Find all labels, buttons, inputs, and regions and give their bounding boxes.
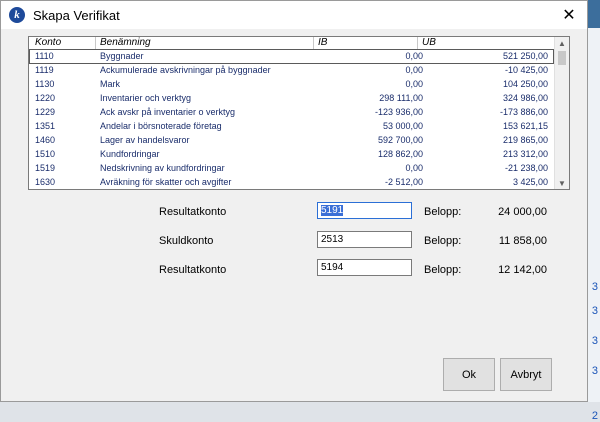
background-number: 2 <box>591 410 598 422</box>
background-number: 3 <box>591 305 598 317</box>
belopp-label: Belopp: <box>424 264 462 276</box>
table-row[interactable]: 1220 Inventarier och verktyg 298 111,00 … <box>29 91 554 106</box>
table-row[interactable]: 1119 Ackumulerade avskrivningar på byggn… <box>29 63 554 78</box>
background-number: 3 <box>591 335 598 347</box>
cell-ib: 128 862,00 <box>377 149 423 159</box>
cell-ub: 3 425,00 <box>512 177 548 187</box>
cell-benamning: Ack avskr på inventarier o verktyg <box>100 107 236 117</box>
skapa-verifikat-dialog: k Skapa Verifikat ✕ Konto Benämning IB U… <box>0 0 588 402</box>
table-row[interactable]: 1130 Mark 0,00 104 250,00 <box>29 77 554 92</box>
belopp-label: Belopp: <box>424 235 462 247</box>
resultatkonto-input[interactable]: 5191 <box>317 202 412 219</box>
dialog-titlebar: k Skapa Verifikat ✕ <box>1 1 587 29</box>
cell-ub: 324 986,00 <box>502 93 548 103</box>
table-row[interactable]: 1510 Kundfordringar 128 862,00 213 312,0… <box>29 147 554 162</box>
cell-ub: -21 238,00 <box>504 163 548 173</box>
cell-benamning: Mark <box>100 79 120 89</box>
background-number: 3 <box>591 365 598 377</box>
cell-ib: 53 000,00 <box>382 121 423 131</box>
belopp-value: 24 000,00 <box>498 206 547 218</box>
cell-ib: 0,00 <box>405 79 423 89</box>
cell-benamning: Byggnader <box>100 51 144 61</box>
table-row[interactable]: 1351 Andelar i börsnoterade företag 53 0… <box>29 119 554 134</box>
cell-benamning: Inventarier och verktyg <box>100 93 192 103</box>
table-row[interactable]: 1630 Avräkning för skatter och avgifter … <box>29 175 554 189</box>
cell-konto: 1229 <box>35 107 56 117</box>
cell-konto: 1220 <box>35 93 56 103</box>
accounts-table[interactable]: Konto Benämning IB UB 1110 Byggnader 0,0… <box>28 36 570 190</box>
cell-ib: 298 111,00 <box>379 93 423 103</box>
cell-ib: 0,00 <box>405 65 423 75</box>
cell-benamning: Ackumulerade avskrivningar på byggnader <box>100 65 271 75</box>
cell-konto: 1110 <box>35 51 54 61</box>
resultatkonto-input[interactable]: 5194 <box>317 259 412 276</box>
belopp-value: 11 858,00 <box>498 235 547 247</box>
column-divider <box>417 37 418 49</box>
belopp-value: 12 142,00 <box>498 264 547 276</box>
cell-benamning: Lager av handelsvaror <box>100 135 190 145</box>
cell-benamning: Avräkning för skatter och avgifter <box>100 177 232 187</box>
cancel-button[interactable]: Avbryt <box>500 358 552 391</box>
table-row[interactable]: 1519 Nedskrivning av kundfordringar 0,00… <box>29 161 554 176</box>
cell-konto: 1460 <box>35 135 56 145</box>
cell-benamning: Kundfordringar <box>100 149 160 159</box>
table-row[interactable]: 1110 Byggnader 0,00 521 250,00 <box>29 49 554 64</box>
column-header-konto[interactable]: Konto <box>35 37 61 49</box>
cell-ib: 0,00 <box>405 163 423 173</box>
app-logo-icon: k <box>9 7 25 23</box>
skuldkonto-input[interactable]: 2513 <box>317 231 412 248</box>
cell-ub: -173 886,00 <box>499 107 548 117</box>
table-header: Konto Benämning IB UB <box>29 37 554 49</box>
scroll-down-arrow-icon[interactable]: ▼ <box>555 177 569 189</box>
table-row[interactable]: 1460 Lager av handelsvaror 592 700,00 21… <box>29 133 554 148</box>
table-row[interactable]: 1229 Ack avskr på inventarier o verktyg … <box>29 105 554 120</box>
close-button[interactable]: ✕ <box>551 1 587 29</box>
column-header-ib[interactable]: IB <box>318 37 327 49</box>
cell-konto: 1130 <box>35 79 55 89</box>
cell-ub: 153 621,15 <box>502 121 548 131</box>
belopp-label: Belopp: <box>424 206 462 218</box>
dialog-title: Skapa Verifikat <box>33 7 120 23</box>
cell-konto: 1519 <box>35 163 56 173</box>
column-header-benamning[interactable]: Benämning <box>100 37 151 49</box>
scroll-up-arrow-icon[interactable]: ▲ <box>555 37 569 49</box>
cell-konto: 1510 <box>35 149 56 159</box>
background-number: 3 <box>591 281 598 293</box>
cell-ib: -123 936,00 <box>374 107 423 117</box>
resultatkonto-label: Resultatkonto <box>159 264 227 276</box>
cell-benamning: Nedskrivning av kundfordringar <box>100 163 225 173</box>
cell-konto: 1119 <box>35 65 54 75</box>
cell-ub: 521 250,00 <box>502 51 548 61</box>
skuldkonto-label: Skuldkonto <box>159 235 214 247</box>
cell-ub: 104 250,00 <box>502 79 548 89</box>
cell-ib: -2 512,00 <box>384 177 423 187</box>
table-scrollbar[interactable]: ▲ ▼ <box>554 37 569 189</box>
cell-benamning: Andelar i börsnoterade företag <box>100 121 222 131</box>
scroll-thumb[interactable] <box>558 51 566 65</box>
cell-ib: 592 700,00 <box>377 135 423 145</box>
cell-ub: 213 312,00 <box>502 149 548 159</box>
cell-ub: 219 865,00 <box>502 135 548 145</box>
cell-konto: 1630 <box>35 177 56 187</box>
resultatkonto-label: Resultatkonto <box>159 206 227 218</box>
column-header-ub[interactable]: UB <box>422 37 436 49</box>
cell-ub: -10 425,00 <box>504 65 548 75</box>
column-divider <box>95 37 96 49</box>
column-divider <box>313 37 314 49</box>
background-app-edge: 3 3 3 3 2 <box>586 28 600 422</box>
cell-konto: 1351 <box>35 121 56 131</box>
cell-ib: 0,00 <box>405 51 423 61</box>
ok-button[interactable]: Ok <box>443 358 495 391</box>
